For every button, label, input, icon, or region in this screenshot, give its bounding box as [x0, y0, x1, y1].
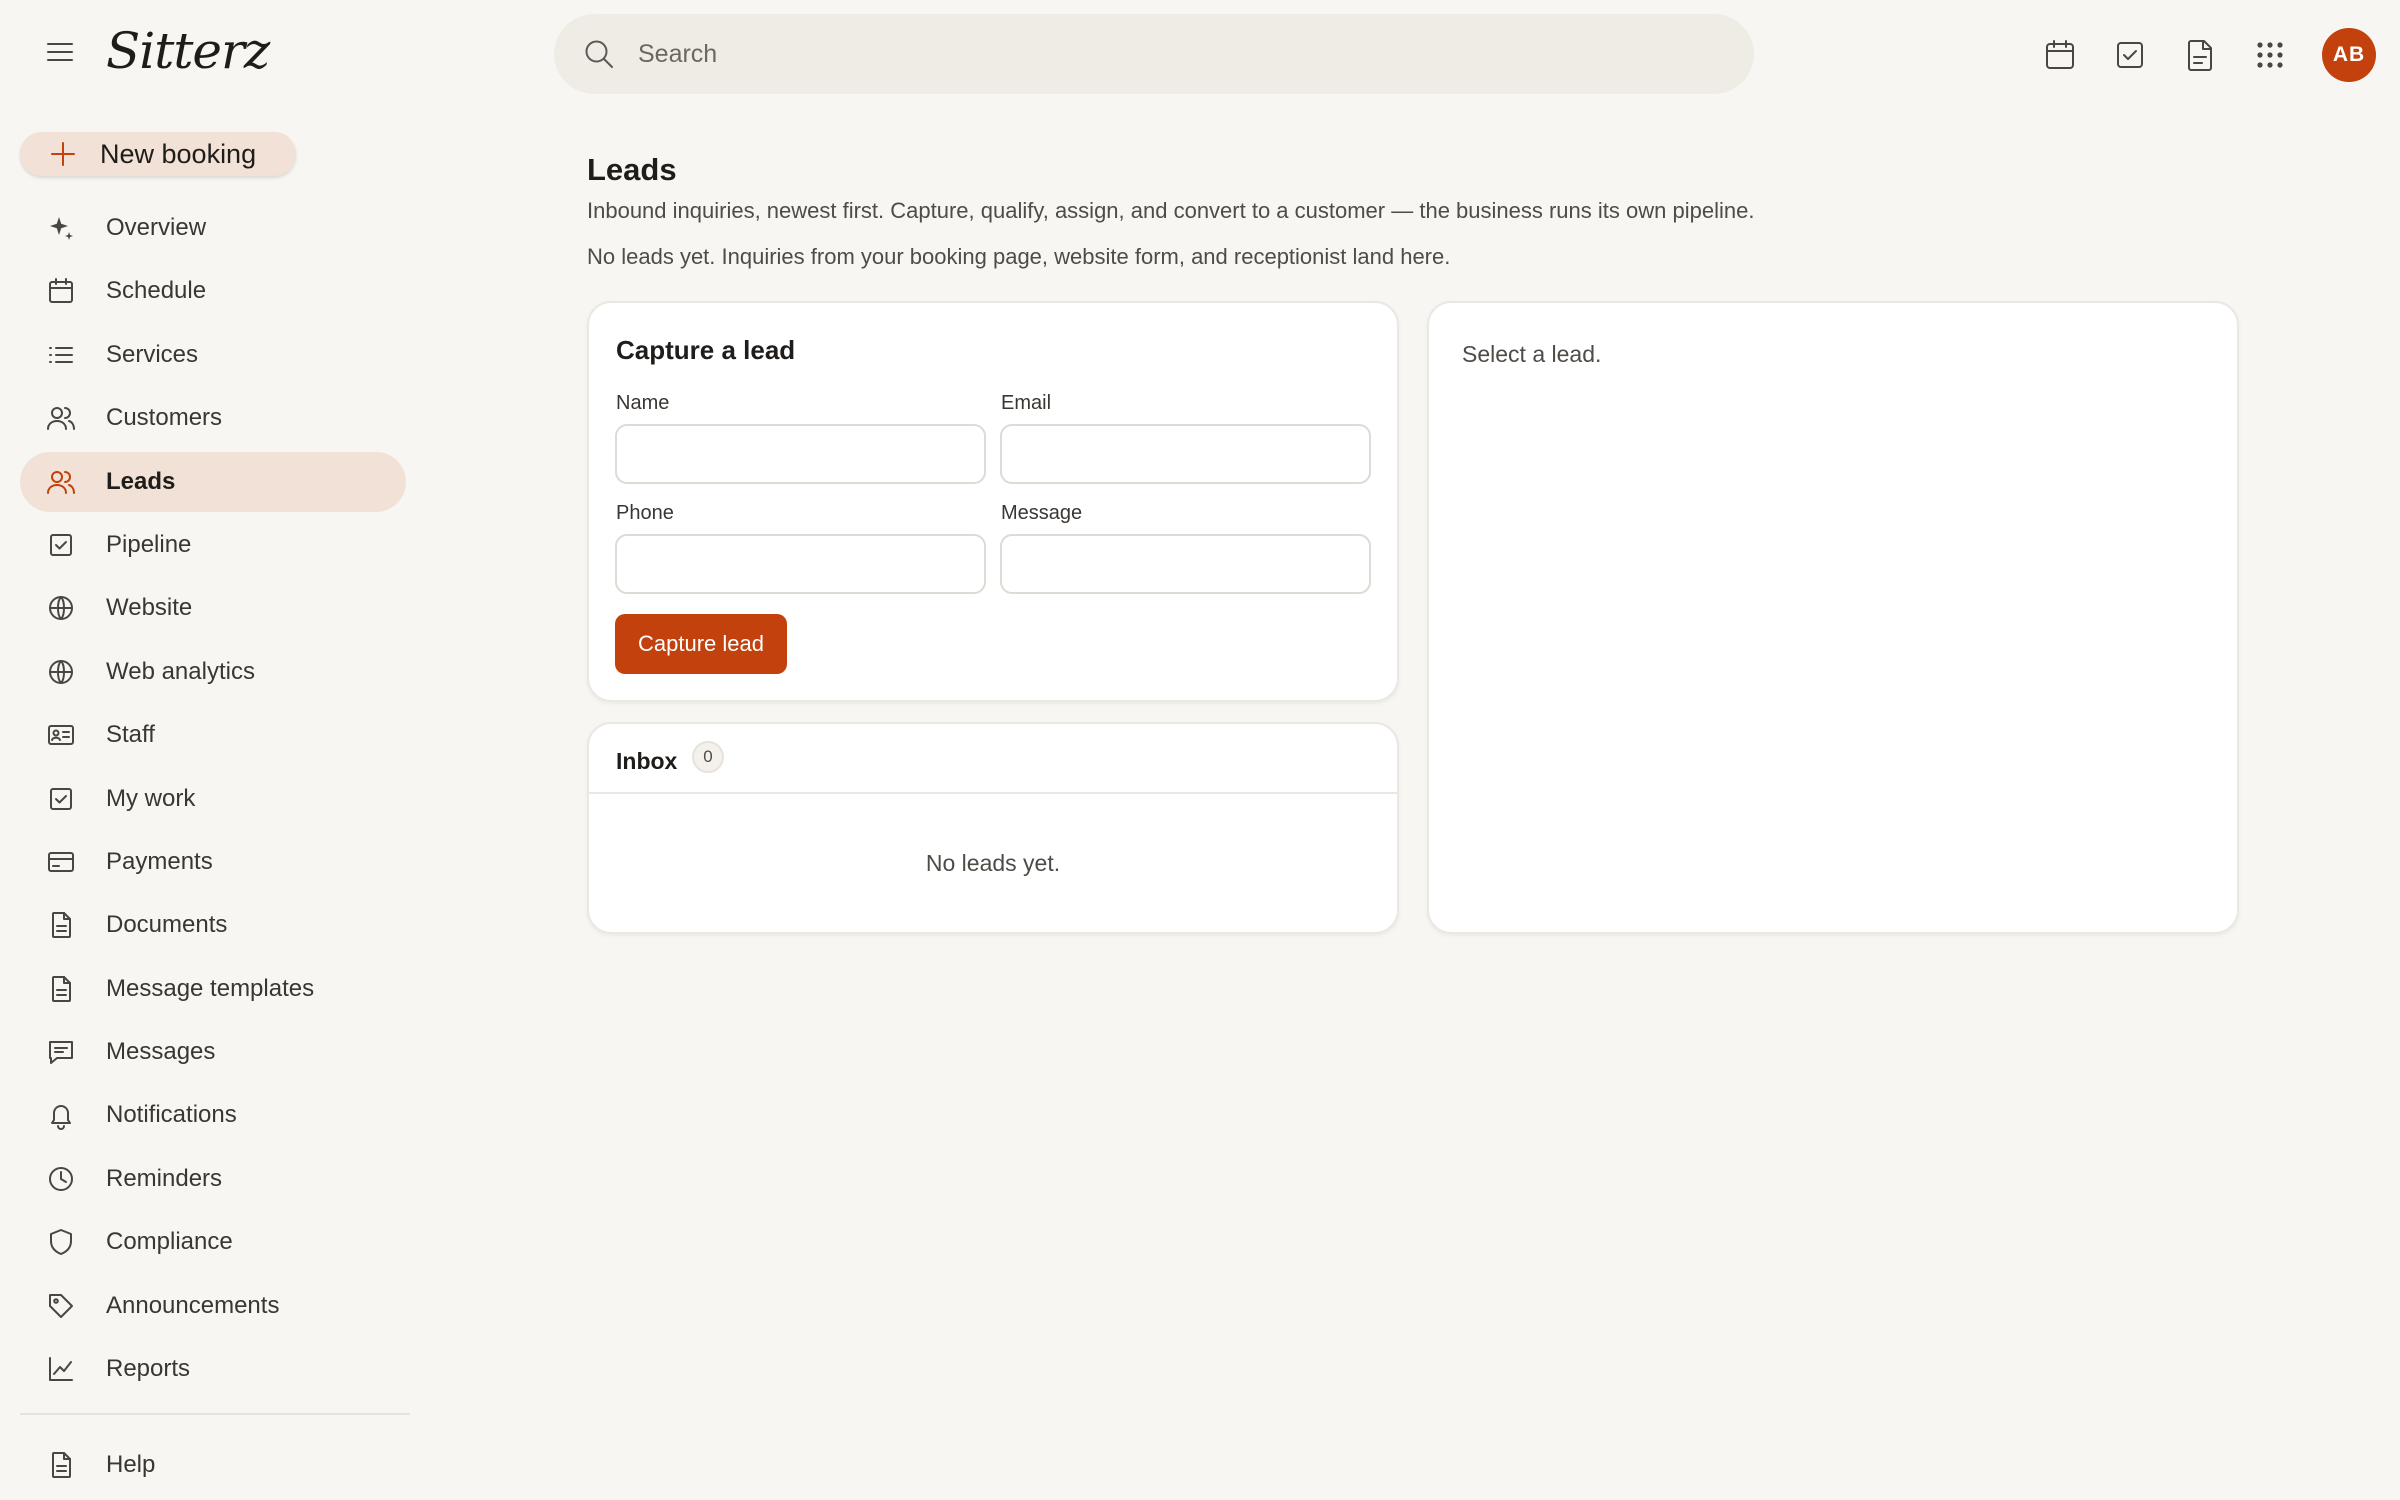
document-icon[interactable]: [2182, 37, 2218, 73]
sidebar-item-website[interactable]: Website: [20, 578, 406, 638]
globe-icon: [46, 593, 76, 623]
list-icon: [46, 340, 76, 370]
capture-lead-card: Capture a lead Name Email Phone Message …: [587, 301, 1399, 702]
credit-card-icon: [46, 847, 76, 877]
sidebar-item-reports[interactable]: Reports: [20, 1339, 406, 1399]
tag-icon: [46, 1291, 76, 1321]
page-description: Inbound inquiries, newest first. Capture…: [587, 198, 1755, 223]
clock-icon: [46, 1164, 76, 1194]
bell-icon: [46, 1100, 76, 1131]
sidebar-item-label: Compliance: [106, 1228, 233, 1256]
sidebar-item-label: Notifications: [106, 1101, 237, 1129]
sidebar-item-help[interactable]: Help: [20, 1435, 406, 1495]
sidebar-item-label: Website: [106, 594, 193, 622]
sidebar-item-schedule[interactable]: Schedule: [20, 261, 406, 321]
sidebar-item-label: Message templates: [106, 974, 315, 1002]
sidebar-item-customers[interactable]: Customers: [20, 388, 406, 448]
sidebar-item-overview[interactable]: Overview: [20, 198, 406, 258]
name-field[interactable]: [615, 424, 986, 484]
sidebar-item-label: Pipeline: [106, 530, 192, 558]
globe-icon: [46, 657, 76, 687]
sidebar-item-leads[interactable]: Leads: [20, 451, 406, 512]
sidebar-divider: [20, 1413, 410, 1415]
check-square-icon: [46, 530, 76, 560]
calendar-icon[interactable]: [2042, 37, 2078, 73]
email-label: Email: [1001, 392, 1052, 414]
check-square-icon: [46, 784, 76, 814]
sidebar-item-label: Reminders: [106, 1164, 223, 1192]
sidebar-item-services[interactable]: Services: [20, 325, 406, 385]
search-input[interactable]: [638, 39, 1718, 69]
sidebar-item-label: Announcements: [106, 1291, 280, 1319]
sidebar-item-message-templates[interactable]: Message templates: [20, 959, 406, 1019]
sidebar-item-label: Reports: [106, 1355, 191, 1383]
sidebar-nav: Overview Schedule Services Customers Lea…: [20, 198, 406, 1402]
inbox-card: Inbox 0 No leads yet.: [587, 722, 1399, 934]
id-card-icon: [46, 720, 76, 750]
search-icon: [582, 37, 616, 71]
message-icon: [46, 1037, 76, 1067]
capture-lead-button[interactable]: Capture lead: [615, 614, 787, 674]
sidebar-item-pipeline[interactable]: Pipeline: [20, 515, 406, 575]
lead-detail-placeholder: Select a lead.: [1462, 341, 1602, 367]
empty-state-note: No leads yet. Inquiries from your bookin…: [587, 244, 1451, 269]
new-booking-button[interactable]: New booking: [20, 132, 296, 176]
sparkle-icon: [46, 213, 76, 243]
document-icon: [46, 910, 76, 940]
sidebar-item-announcements[interactable]: Announcements: [20, 1276, 406, 1336]
user-avatar[interactable]: AB: [2322, 28, 2376, 82]
name-label: Name: [616, 392, 670, 414]
sidebar-item-label: Payments: [106, 847, 213, 875]
sidebar-item-messages[interactable]: Messages: [20, 1022, 406, 1082]
users-icon: [46, 403, 76, 433]
page-title: Leads: [587, 152, 677, 187]
menu-icon[interactable]: [44, 36, 76, 68]
sidebar-item-label: Documents: [106, 911, 228, 939]
new-booking-label: New booking: [100, 138, 257, 169]
sidebar-item-label: Services: [106, 340, 199, 368]
search-bar[interactable]: [554, 14, 1754, 94]
calendar-icon: [46, 276, 76, 306]
sidebar-item-label: Web analytics: [106, 657, 255, 685]
inbox-empty-state: No leads yet.: [925, 850, 1061, 876]
sidebar-item-label: Overview: [106, 214, 207, 241]
sidebar-item-compliance[interactable]: Compliance: [20, 1212, 406, 1272]
sidebar-help: Help: [20, 1435, 406, 1498]
sidebar-item-label: Messages: [106, 1038, 216, 1066]
sidebar-item-reminders[interactable]: Reminders: [20, 1149, 406, 1209]
sidebar-item-my-work[interactable]: My work: [20, 769, 406, 829]
sidebar-item-documents[interactable]: Documents: [20, 895, 406, 955]
sidebar-item-label: Help: [106, 1451, 156, 1478]
sidebar-item-label: Customers: [106, 404, 223, 432]
document-icon: [46, 974, 76, 1004]
chart-icon: [46, 1354, 76, 1384]
sidebar-item-notifications[interactable]: Notifications: [20, 1085, 406, 1145]
sidebar-item-payments[interactable]: Payments: [20, 832, 406, 892]
check-square-icon[interactable]: [2112, 37, 2148, 73]
sidebar-item-label: Leads: [106, 467, 176, 495]
users-icon: [46, 467, 76, 497]
app-logo[interactable]: Sitterz: [106, 22, 270, 80]
sidebar-item-web-analytics[interactable]: Web analytics: [20, 642, 406, 702]
plus-icon: [48, 139, 78, 169]
document-icon: [46, 1450, 76, 1480]
inbox-title: Inbox: [616, 748, 678, 774]
header-actions: AB: [2042, 28, 2376, 82]
phone-label: Phone: [616, 502, 674, 524]
shield-icon: [46, 1227, 76, 1257]
message-field[interactable]: [1000, 534, 1371, 594]
lead-detail-panel: Select a lead.: [1427, 301, 2239, 934]
apps-grid-icon[interactable]: [2252, 37, 2288, 73]
phone-field[interactable]: [615, 534, 986, 594]
inbox-count-badge: 0: [692, 741, 724, 773]
sidebar-item-staff[interactable]: Staff: [20, 705, 406, 765]
capture-card-title: Capture a lead: [616, 335, 796, 365]
inbox-header: Inbox 0: [589, 724, 1397, 794]
sidebar-item-label: Schedule: [106, 277, 207, 305]
sidebar-item-label: My work: [106, 784, 196, 812]
sidebar-item-label: Staff: [106, 721, 155, 749]
email-field[interactable]: [1000, 424, 1371, 484]
message-label: Message: [1001, 502, 1083, 524]
